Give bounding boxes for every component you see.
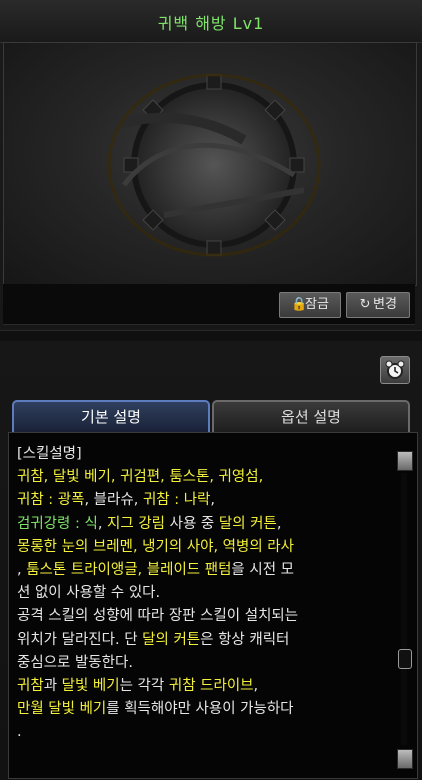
alarm-clock-button[interactable] [380,356,410,384]
description-segment: , [97,515,108,532]
description-segment: 몽롱한 눈의 브레멘, 냉기의 사야, 역병의 라사 [17,538,294,555]
scroll-down-button[interactable] [397,749,413,769]
description-line: 귀참, 달빛 베기, 귀검편, 툼스톤, 귀영섬, [17,466,387,489]
window-title: 귀백 해방 Lv1 [157,14,265,33]
scroll-up-button[interactable] [397,451,413,471]
description-segment: 중심으로 발동한다. [17,654,133,671]
description-line: , 툼스톤 트라이앵글, 블레이드 팬텀을 시전 모 [17,559,387,582]
skill-window: 귀백 해방 Lv1 🔒잠금 ↻ 변경 기본 설명 옵션 설명 [스킬설명] 귀참… [0,0,422,780]
description-segment: 을 시전 모 [231,562,294,579]
skill-preview [3,42,417,286]
description-line: 몽롱한 눈의 브레멘, 냉기의 사야, 역병의 라사 [17,536,387,559]
lock-label: 잠금 [305,297,329,312]
description-segment: 달의 커튼 [218,515,277,532]
description-line: 귀참 : 광폭, 블라슈, 귀참 : 나락, [17,489,387,512]
change-label: 변경 [373,297,397,312]
description-segment: , [276,515,282,532]
alarm-clock-icon [385,360,405,379]
description-segment: , 블라슈, [84,492,143,509]
description-line: . [17,721,387,744]
change-button[interactable]: ↻ 변경 [346,292,410,318]
description-segment: 귀참 [17,678,44,695]
description-segment: 공격 스킬의 성향에 따라 장판 스킬이 설치되는 [17,608,299,625]
description-line: 귀참과 달빛 베기는 각각 귀참 드라이브, [17,675,387,698]
description-line: [스킬설명] [17,443,387,466]
description-segment: [스킬설명] [17,446,82,462]
title-bar: 귀백 해방 Lv1 [0,0,422,43]
description-segment: 션 없이 사용할 수 있다. [17,585,161,602]
tab-option-description[interactable]: 옵션 설명 [212,400,410,432]
description-text: [스킬설명] 귀참, 달빛 베기, 귀검편, 툼스톤, 귀영섬, 귀참 : 광폭, … [17,443,387,745]
description-line: 공격 스킬의 성향에 따라 장판 스킬이 설치되는 [17,605,387,628]
description-segment: , [253,678,259,695]
description-segment: , [210,492,216,509]
description-segment: 귀참, 달빛 베기, 귀검편, 툼스톤, 귀영섬, [17,469,264,486]
description-segment: 귀참 : 나락 [142,492,211,509]
divider [0,330,422,341]
description-segment: 검귀강령 : 식 [17,515,98,532]
description-line: 만월 달빛 베기를 획득해야만 사용이 가능하다 [17,698,387,721]
tab-basic-description[interactable]: 기본 설명 [12,400,210,432]
description-segment: 위치가 달라진다. 단 [17,631,143,648]
description-panel: [스킬설명] 귀참, 달빛 베기, 귀검편, 툼스톤, 귀영섬, 귀참 : 광폭, … [8,432,418,779]
description-segment: 귀참 드라이브 [168,678,254,695]
description-segment: 달빛 베기 [61,678,120,695]
description-segment: 귀참 : 광폭 [17,492,85,509]
scrollbar-track[interactable] [401,473,407,745]
description-segment: 과 [43,678,62,695]
description-segment: 지그 강림 [107,515,165,532]
description-segment: 만월 달빛 베기 [17,701,107,718]
description-segment: 사용 중 [165,515,219,532]
scrollbar-thumb[interactable] [398,649,412,669]
lock-button[interactable]: 🔒잠금 [279,292,341,318]
description-segment: 은 항상 캐릭터 [200,631,290,648]
description-segment: . [17,724,22,741]
description-line: 위치가 달라진다. 단 달의 커튼은 항상 캐릭터 [17,629,387,652]
description-segment: 를 획득해야만 사용이 가능하다 [106,701,294,718]
description-segment: 는 각각 [119,678,169,695]
description-line: 검귀강령 : 식, 지그 강림 사용 중 달의 커튼, [17,513,387,536]
lock-icon: 🔒 [291,297,308,312]
dungeon-fighter-emblem-icon [107,73,321,257]
description-segment: , [17,562,27,579]
description-segment: 툼스톤 트라이앵글, 블레이드 팬텀 [26,562,232,579]
description-segment: 달의 커튼 [142,631,201,648]
description-line: 션 없이 사용할 수 있다. [17,582,387,605]
description-line: 중심으로 발동한다. [17,652,387,675]
swap-icon: ↻ [359,297,371,312]
